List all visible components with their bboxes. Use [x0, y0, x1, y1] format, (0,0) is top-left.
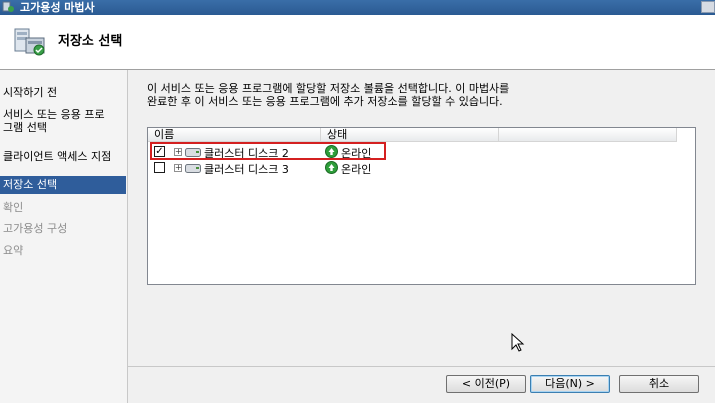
- column-header-name[interactable]: 이름: [148, 128, 321, 142]
- column-header-blank[interactable]: [499, 128, 677, 142]
- step-select-storage[interactable]: 저장소 선택: [0, 176, 126, 194]
- disk-name: 클러스터 디스크 3: [204, 163, 289, 176]
- page-title: 저장소 선택: [58, 34, 123, 49]
- previous-button[interactable]: < 이전(P): [446, 375, 526, 393]
- step-client-access-point[interactable]: 클라이언트 액세스 지점: [0, 150, 126, 163]
- wizard-app-icon: [2, 1, 14, 12]
- selection-highlight-box: [150, 142, 386, 160]
- step-before-you-begin[interactable]: 시작하기 전: [0, 86, 126, 99]
- cancel-button[interactable]: 취소: [619, 375, 699, 393]
- disk-status: 온라인: [341, 163, 372, 176]
- row-checkbox[interactable]: [154, 162, 165, 173]
- step-select-service[interactable]: 서비스 또는 응용 프로 그램 선택: [0, 108, 126, 134]
- column-header-status[interactable]: 상태: [321, 128, 499, 142]
- step-summary: 요약: [3, 244, 24, 257]
- step-confirmation: 확인: [3, 201, 24, 214]
- wizard-header: 저장소 선택: [0, 15, 715, 70]
- window-control-button[interactable]: [701, 1, 715, 13]
- next-button[interactable]: 다음(N) >: [530, 375, 610, 393]
- step-configure-ha: 고가용성 구성: [3, 222, 68, 235]
- window-title: 고가용성 마법사: [20, 1, 95, 14]
- title-bar: 고가용성 마법사: [0, 0, 715, 15]
- storage-server-icon: [14, 28, 45, 56]
- instruction-text: 이 서비스 또는 응용 프로그램에 할당할 저장소 볼륨을 선택합니다. 이 마…: [147, 82, 510, 108]
- online-status-icon: [325, 161, 338, 174]
- disk-icon: [185, 164, 201, 173]
- wizard-step-list: 시작하기 전 서비스 또는 응용 프로 그램 선택 클라이언트 액세스 지점 저…: [0, 70, 128, 403]
- mouse-cursor-icon: [511, 333, 525, 352]
- expand-icon[interactable]: +: [174, 164, 182, 172]
- list-item[interactable]: + 클러스터 디스크 3 온라인: [148, 160, 688, 176]
